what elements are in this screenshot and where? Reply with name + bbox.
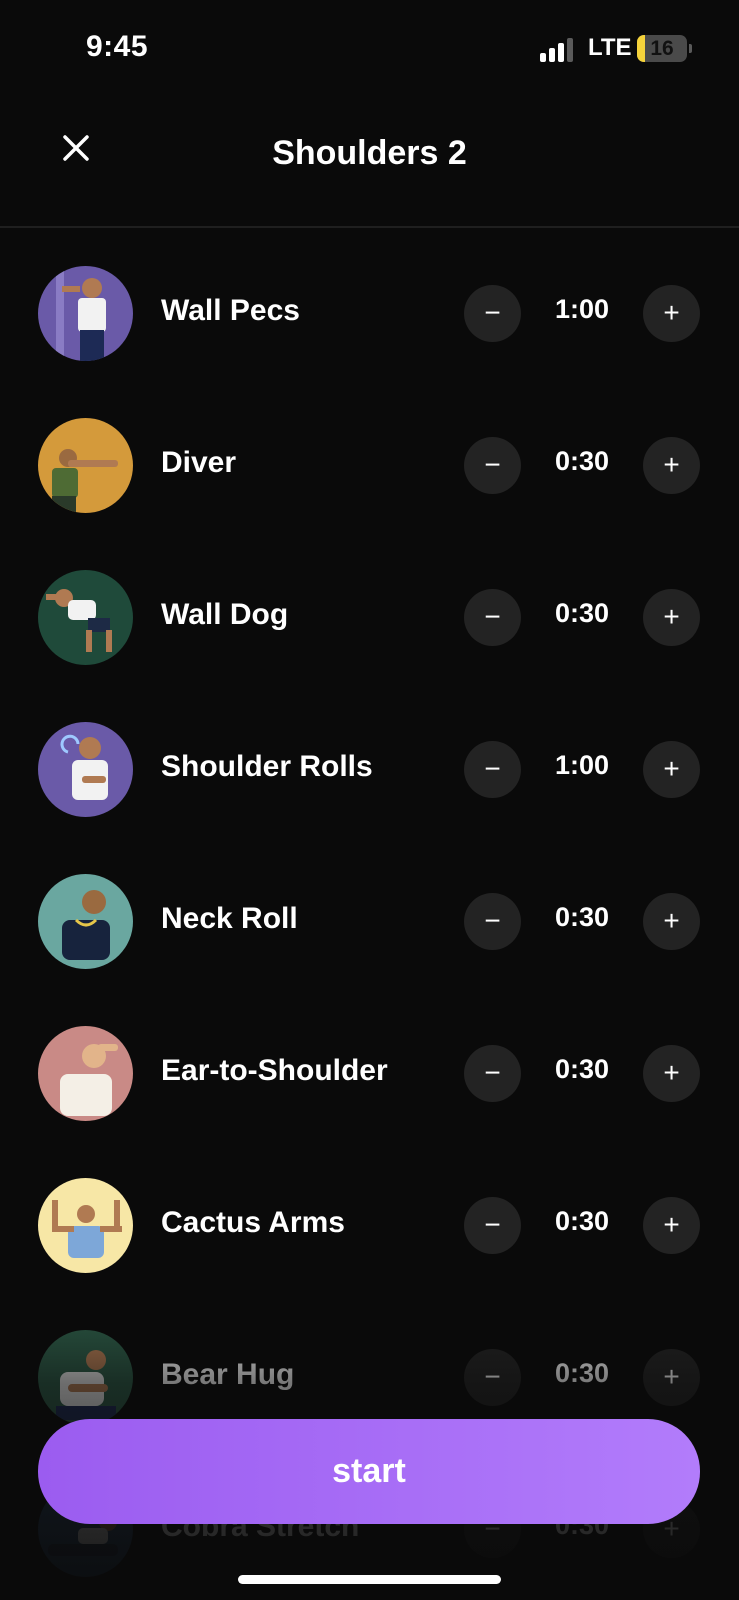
wall-pecs-illustration (38, 266, 133, 361)
increase-duration-button[interactable]: + (643, 1197, 700, 1254)
header: Shoulders 2 (0, 100, 739, 228)
exercise-name: Wall Pecs (161, 294, 300, 327)
plus-icon: + (663, 1361, 680, 1392)
carrier-label: LTE (588, 34, 632, 61)
decrease-duration-button[interactable]: − (464, 437, 521, 494)
exercise-row[interactable]: Wall Pecs − 1:00 + (0, 238, 739, 361)
status-time: 9:45 (86, 30, 149, 63)
exercise-row[interactable]: Ear-to-Shoulder − 0:30 + (0, 998, 739, 1121)
battery-icon: 16 (637, 35, 687, 62)
exercise-name: Shoulder Rolls (161, 750, 373, 783)
exercise-row[interactable]: Neck Roll − 0:30 + (0, 846, 739, 969)
minus-icon: − (484, 1057, 501, 1088)
start-button[interactable]: start (38, 1419, 700, 1524)
minus-icon: − (484, 601, 501, 632)
exercise-duration: 1:00 (554, 294, 610, 324)
increase-duration-button[interactable]: + (643, 589, 700, 646)
exercise-name: Bear Hug (161, 1358, 295, 1391)
decrease-duration-button[interactable]: − (464, 893, 521, 950)
decrease-duration-button[interactable]: − (464, 589, 521, 646)
wall-dog-illustration (38, 570, 133, 665)
plus-icon: + (663, 905, 680, 936)
minus-icon: − (484, 905, 501, 936)
exercise-row[interactable]: Cactus Arms − 0:30 + (0, 1150, 739, 1273)
battery-level: 16 (650, 37, 674, 60)
increase-duration-button[interactable]: + (643, 741, 700, 798)
signal-icon (540, 38, 576, 62)
neck-roll-illustration (38, 874, 133, 969)
cactus-arms-illustration (38, 1178, 133, 1273)
increase-duration-button[interactable]: + (643, 1045, 700, 1102)
exercise-duration: 0:30 (554, 1054, 610, 1084)
minus-icon: − (484, 449, 501, 480)
minus-icon: − (484, 1361, 501, 1392)
minus-icon: − (484, 297, 501, 328)
exercise-duration: 0:30 (554, 598, 610, 628)
status-bar: 9:45 LTE 16 (0, 0, 739, 100)
increase-duration-button[interactable]: + (643, 285, 700, 342)
plus-icon: + (663, 1209, 680, 1240)
exercise-name: Ear-to-Shoulder (161, 1054, 388, 1087)
exercise-duration: 0:30 (554, 446, 610, 476)
shoulder-rolls-illustration (38, 722, 133, 817)
increase-duration-button[interactable]: + (643, 437, 700, 494)
battery-tip (689, 44, 692, 53)
home-indicator[interactable] (238, 1575, 501, 1584)
plus-icon: + (663, 449, 680, 480)
plus-icon: + (663, 1057, 680, 1088)
decrease-duration-button[interactable]: − (464, 741, 521, 798)
exercise-row[interactable]: Shoulder Rolls − 1:00 + (0, 694, 739, 817)
exercise-row[interactable]: Wall Dog − 0:30 + (0, 542, 739, 665)
exercise-row[interactable]: Diver − 0:30 + (0, 390, 739, 513)
increase-duration-button[interactable]: + (643, 893, 700, 950)
exercise-name: Neck Roll (161, 902, 298, 935)
page-title: Shoulders 2 (272, 134, 467, 172)
exercise-duration: 0:30 (554, 902, 610, 932)
exercise-name: Diver (161, 446, 237, 479)
increase-duration-button[interactable]: + (643, 1349, 700, 1406)
exercise-duration: 1:00 (554, 750, 610, 780)
exercise-name: Cactus Arms (161, 1206, 345, 1239)
ear-to-shoulder-illustration (38, 1026, 133, 1121)
minus-icon: − (484, 753, 501, 784)
exercise-row[interactable]: Bear Hug − 0:30 + (0, 1302, 739, 1425)
minus-icon: − (484, 1209, 501, 1240)
decrease-duration-button[interactable]: − (464, 1197, 521, 1254)
diver-illustration (38, 418, 133, 513)
exercise-name: Wall Dog (161, 598, 289, 631)
decrease-duration-button[interactable]: − (464, 1045, 521, 1102)
decrease-duration-button[interactable]: − (464, 1349, 521, 1406)
plus-icon: + (663, 601, 680, 632)
start-button-label: start (332, 1452, 406, 1490)
exercise-duration: 0:30 (554, 1206, 610, 1236)
decrease-duration-button[interactable]: − (464, 285, 521, 342)
plus-icon: + (663, 297, 680, 328)
workout-screen: 9:45 LTE 16 Shoulders 2 Wall Pecs −1:00 + D… (0, 0, 739, 1600)
exercise-duration: 0:30 (554, 1358, 610, 1388)
bear-hug-illustration (38, 1330, 133, 1425)
plus-icon: + (663, 753, 680, 784)
